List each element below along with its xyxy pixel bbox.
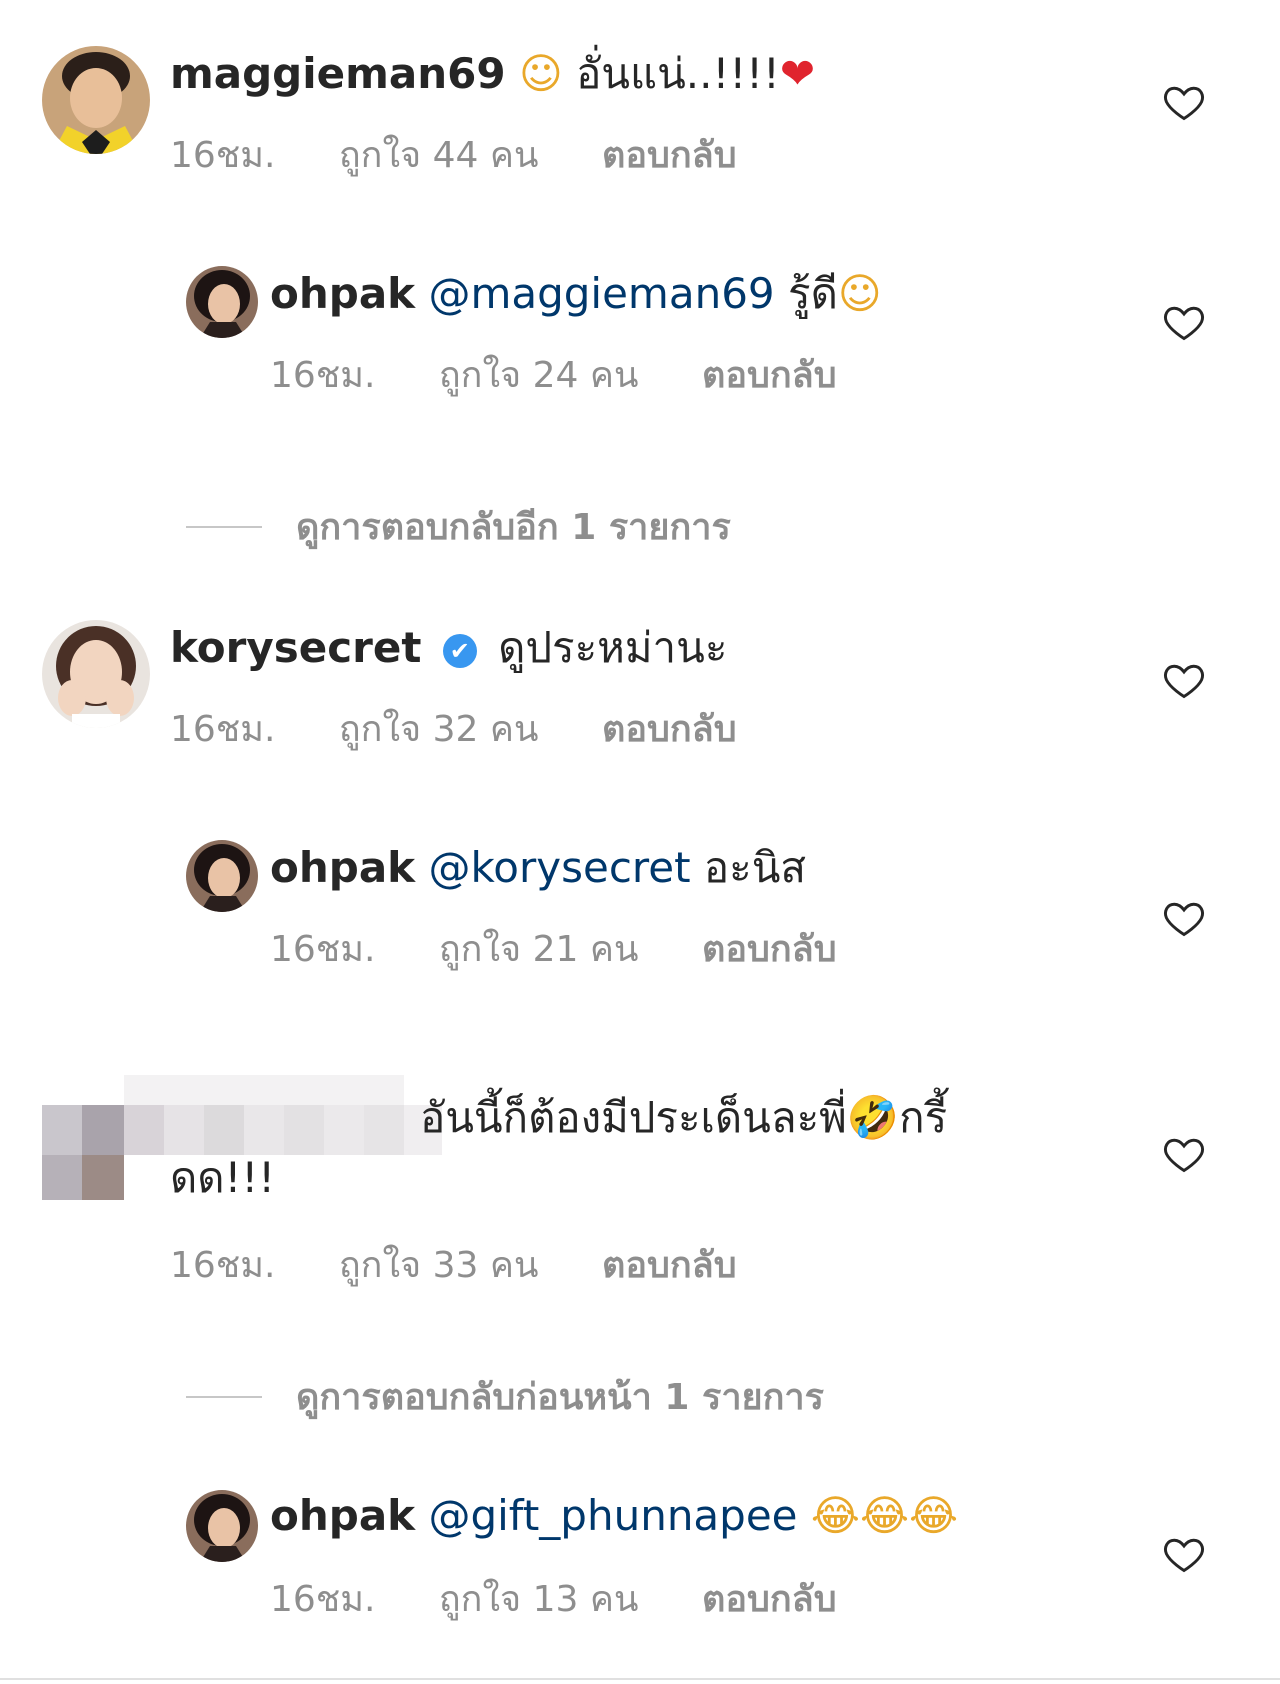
- mention-link[interactable]: @gift_phunnapee: [428, 1491, 797, 1540]
- comment-time: 16ชม.: [170, 709, 276, 750]
- reply-button[interactable]: ตอบกลับ: [702, 929, 837, 970]
- heart-icon[interactable]: [1162, 896, 1206, 940]
- comment-text: อันนี้ก็ต้องมีประเด็นละพี่: [420, 1093, 847, 1142]
- divider: [0, 1678, 1280, 1680]
- comment-likes[interactable]: ถูกใจ 21 คน: [439, 929, 639, 970]
- reply-button[interactable]: ตอบกลับ: [602, 709, 737, 750]
- comment-text: ดด!!!: [170, 1153, 276, 1202]
- comment-username[interactable]: ohpak: [270, 843, 415, 892]
- heart-icon[interactable]: [1162, 1132, 1206, 1176]
- mention-link[interactable]: @korysecret: [428, 843, 690, 892]
- comment-likes[interactable]: ถูกใจ 24 คน: [439, 355, 639, 396]
- heart-icon[interactable]: [1162, 300, 1206, 344]
- tears-of-joy-emoji: 😂: [810, 1491, 860, 1540]
- avatar[interactable]: [186, 266, 258, 338]
- comment-username[interactable]: ohpak: [270, 269, 415, 318]
- tears-of-joy-emoji: 😂: [909, 1491, 959, 1540]
- view-more-label: ดูการตอบกลับอีก 1 รายการ: [296, 507, 731, 548]
- comment-likes[interactable]: ถูกใจ 32 คน: [339, 709, 539, 750]
- rofl-emoji: 🤣: [846, 1093, 900, 1142]
- view-more-label: ดูการตอบกลับก่อนหน้า 1 รายการ: [296, 1377, 824, 1418]
- comment-time: 16ชม.: [270, 355, 376, 396]
- view-more-replies-button[interactable]: ดูการตอบกลับอีก 1 รายการ: [186, 498, 731, 555]
- smiling-face-emoji: ☺: [518, 49, 563, 98]
- comment-text: กรี้: [899, 1093, 948, 1142]
- smiling-face-emoji: ☺: [837, 269, 882, 318]
- red-heart-emoji: ❤: [779, 49, 816, 98]
- avatar[interactable]: [42, 46, 150, 154]
- view-previous-replies-button[interactable]: ดูการตอบกลับก่อนหน้า 1 รายการ: [186, 1368, 824, 1425]
- comment-text: อั่นแน่..!!!!: [562, 49, 780, 98]
- comment-likes[interactable]: ถูกใจ 33 คน: [339, 1245, 539, 1286]
- comment-text: ดูประหม่านะ: [498, 623, 728, 672]
- comment-text: รู้ดี: [774, 269, 838, 318]
- avatar[interactable]: [186, 840, 258, 912]
- comment-text: อะนิส: [690, 843, 807, 892]
- divider: [186, 525, 262, 528]
- comment-time: 16ชม.: [170, 1245, 276, 1286]
- reply-button[interactable]: ตอบกลับ: [602, 135, 737, 176]
- heart-icon[interactable]: [1162, 80, 1206, 124]
- comment-username[interactable]: maggieman69: [170, 49, 506, 98]
- divider: [186, 1395, 262, 1398]
- comment-time: 16ชม.: [270, 1579, 376, 1620]
- tears-of-joy-emoji: 😂: [859, 1491, 910, 1540]
- reply-button[interactable]: ตอบกลับ: [602, 1245, 737, 1286]
- comment-time: 16ชม.: [170, 135, 276, 176]
- comment-likes[interactable]: ถูกใจ 13 คน: [439, 1579, 639, 1620]
- reply-button[interactable]: ตอบกลับ: [702, 355, 837, 396]
- avatar[interactable]: [42, 620, 150, 728]
- comment-likes[interactable]: ถูกใจ 44 คน: [339, 135, 539, 176]
- avatar[interactable]: [186, 1490, 258, 1562]
- reply-button[interactable]: ตอบกลับ: [702, 1579, 837, 1620]
- comment-username[interactable]: ohpak: [270, 1491, 415, 1540]
- heart-icon[interactable]: [1162, 1532, 1206, 1576]
- heart-icon[interactable]: [1162, 658, 1206, 702]
- verified-badge-icon: ✔: [442, 633, 477, 668]
- mention-link[interactable]: @maggieman69: [428, 269, 774, 318]
- comment-username[interactable]: korysecret: [170, 623, 421, 672]
- comment-time: 16ชม.: [270, 929, 376, 970]
